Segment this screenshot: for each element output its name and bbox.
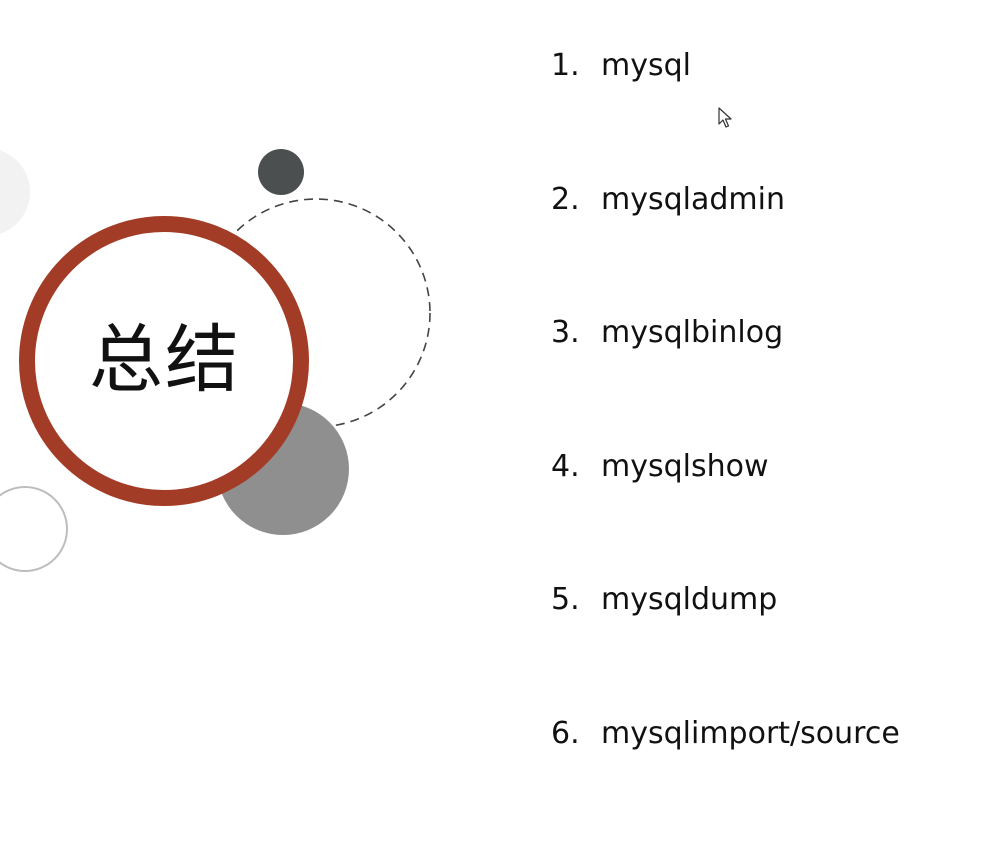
list-item: 2. mysqladmin [551, 178, 900, 312]
light-circle-outline [0, 487, 67, 571]
list-item: 5. mysqldump [551, 578, 900, 712]
arrow-pointer-icon [718, 107, 734, 129]
list-item: 6. mysqlimport/source [551, 712, 900, 845]
list-item-number: 5. [551, 578, 601, 622]
list-item-number: 6. [551, 712, 601, 756]
list-item-label: mysqlimport/source [601, 712, 900, 756]
list-item-label: mysql [601, 44, 691, 88]
list-item-label: mysqldump [601, 578, 777, 622]
list-item-label: mysqladmin [601, 178, 785, 222]
list-item-label: mysqlbinlog [601, 311, 783, 355]
summary-list: 1. mysql 2. mysqladmin 3. mysqlbinlog 4.… [551, 44, 900, 845]
list-item: 4. mysqlshow [551, 445, 900, 579]
dark-dot [258, 149, 304, 195]
faint-gray-disc [0, 148, 30, 236]
list-item-number: 3. [551, 311, 601, 355]
list-item: 3. mysqlbinlog [551, 311, 900, 445]
list-item-number: 4. [551, 445, 601, 489]
slide-title: 总结 [70, 312, 260, 408]
list-item-number: 2. [551, 178, 601, 222]
list-item-label: mysqlshow [601, 445, 769, 489]
list-item-number: 1. [551, 44, 601, 88]
